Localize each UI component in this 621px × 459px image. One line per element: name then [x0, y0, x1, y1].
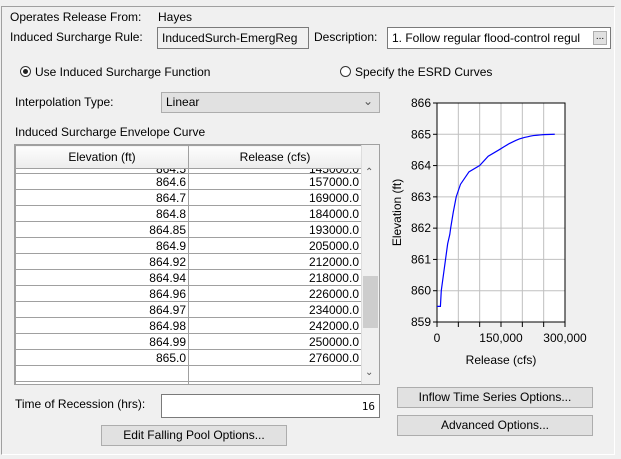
table-row[interactable]: 865.0 276000.0: [15, 349, 362, 366]
rule-label: Induced Surcharge Rule:: [10, 30, 143, 44]
table-row[interactable]: 864.98 242000.0: [15, 317, 362, 334]
release-cell[interactable]: 212000.0: [188, 253, 362, 270]
elevation-cell[interactable]: 864.98: [15, 317, 189, 334]
table-row[interactable]: 864.99 250000.0: [15, 333, 362, 350]
radio-use-function[interactable]: Use Induced Surcharge Function: [20, 65, 210, 79]
y-tick-label: 864: [411, 159, 431, 173]
elevation-cell[interactable]: 864.94: [15, 269, 189, 286]
y-tick-label: 862: [411, 221, 431, 235]
radio-esrd-label: Specify the ESRD Curves: [355, 65, 493, 79]
y-tick-label: 860: [411, 284, 431, 298]
release-cell[interactable]: 234000.0: [188, 301, 362, 318]
recession-label: Time of Recession (hrs):: [15, 397, 146, 411]
release-cell[interactable]: 276000.0: [188, 349, 362, 366]
table-row[interactable]: 864.8 184000.0: [15, 205, 362, 222]
table-title: Induced Surcharge Envelope Curve: [15, 125, 206, 139]
elevation-cell[interactable]: 864.92: [15, 253, 189, 270]
radio-esrd-curves[interactable]: Specify the ESRD Curves: [340, 65, 492, 79]
envelope-chart: 859 860 861 862 863 864 865 866 0 150,000 300,000 R…: [390, 96, 587, 367]
release-cell[interactable]: 157000.0: [188, 173, 362, 190]
table-row[interactable]: 864.6 157000.0: [15, 173, 362, 190]
table-row[interactable]: [15, 381, 362, 384]
elevation-cell[interactable]: 864.6: [15, 173, 189, 190]
elevation-cell[interactable]: [15, 365, 189, 382]
elevation-cell[interactable]: 864.8: [15, 205, 189, 222]
elevation-cell[interactable]: 864.85: [15, 221, 189, 238]
release-cell[interactable]: 242000.0: [188, 317, 362, 334]
x-tick-label: 300,000: [543, 331, 587, 345]
table-row[interactable]: 864.7 169000.0: [15, 189, 362, 206]
release-cell[interactable]: 193000.0: [188, 221, 362, 238]
table-row[interactable]: 864.94 218000.0: [15, 269, 362, 286]
table-row[interactable]: 864.85 193000.0: [15, 221, 362, 238]
x-axis-label: Release (cfs): [466, 353, 537, 367]
col-release[interactable]: Release (cfs): [188, 145, 362, 169]
y-tick-label: 861: [411, 252, 431, 266]
elevation-cell[interactable]: 864.99: [15, 333, 189, 350]
table-row[interactable]: 864.96 226000.0: [15, 285, 362, 302]
operates-value: Hayes: [158, 10, 193, 24]
release-cell[interactable]: 184000.0: [188, 205, 362, 222]
edit-falling-pool-button[interactable]: Edit Falling Pool Options...: [101, 425, 287, 446]
release-cell[interactable]: 218000.0: [188, 269, 362, 286]
radio-unselected-icon: [340, 66, 351, 77]
x-tick-label: 150,000: [479, 331, 523, 345]
description-field[interactable]: 1. Follow regular flood-control regul: [387, 27, 611, 49]
col-elevation[interactable]: Elevation (ft): [15, 145, 189, 169]
description-label: Description:: [314, 30, 378, 44]
release-cell[interactable]: [188, 381, 362, 384]
elevation-cell[interactable]: 864.9: [15, 237, 189, 254]
operates-label: Operates Release From:: [10, 10, 142, 24]
release-cell[interactable]: 169000.0: [188, 189, 362, 206]
y-tick-label: 866: [411, 96, 431, 110]
description-text: 1. Follow regular flood-control regul: [392, 31, 581, 45]
elevation-cell[interactable]: [15, 381, 189, 384]
elevation-cell[interactable]: 865.0: [15, 349, 189, 366]
release-cell[interactable]: 250000.0: [188, 333, 362, 350]
y-tick-label: 863: [411, 190, 431, 204]
y-tick-label: 859: [411, 315, 431, 329]
elevation-cell[interactable]: 864.96: [15, 285, 189, 302]
radio-selected-icon: [20, 66, 31, 77]
x-tick-label: 0: [434, 331, 441, 345]
table-row[interactable]: 864.9 205000.0: [15, 237, 362, 254]
release-cell[interactable]: [188, 365, 362, 382]
radio-use-function-label: Use Induced Surcharge Function: [35, 65, 211, 79]
table-scrollbar[interactable]: ⌃ ⌄: [361, 145, 379, 384]
table-row[interactable]: 864.97 234000.0: [15, 301, 362, 318]
table-row[interactable]: 864.92 212000.0: [15, 253, 362, 270]
chevron-down-icon: ⌄: [362, 94, 373, 108]
elevation-cell[interactable]: 864.97: [15, 301, 189, 318]
recession-input[interactable]: 16: [161, 394, 380, 418]
table-row[interactable]: [15, 365, 362, 382]
inflow-options-button[interactable]: Inflow Time Series Options...: [397, 387, 593, 408]
interpolation-value: Linear: [166, 95, 200, 109]
envelope-table[interactable]: Elevation (ft)Release (cfs) 864.5145000.…: [14, 144, 380, 385]
rule-field[interactable]: InducedSurch-EmergReg: [157, 27, 309, 49]
interpolation-label: Interpolation Type:: [15, 95, 114, 109]
y-axis-label: Elevation (ft): [390, 179, 404, 246]
release-cell[interactable]: 226000.0: [188, 285, 362, 302]
scroll-down-icon[interactable]: ⌄: [365, 367, 373, 378]
scroll-up-icon[interactable]: ⌃: [365, 167, 373, 178]
description-ellipsis-button[interactable]: ...: [593, 31, 607, 45]
y-tick-label: 865: [411, 127, 431, 141]
advanced-options-button[interactable]: Advanced Options...: [397, 415, 593, 436]
release-cell[interactable]: 205000.0: [188, 237, 362, 254]
interpolation-select[interactable]: Linear ⌄: [161, 92, 380, 113]
scroll-thumb[interactable]: [363, 276, 378, 328]
elevation-cell[interactable]: 864.7: [15, 189, 189, 206]
